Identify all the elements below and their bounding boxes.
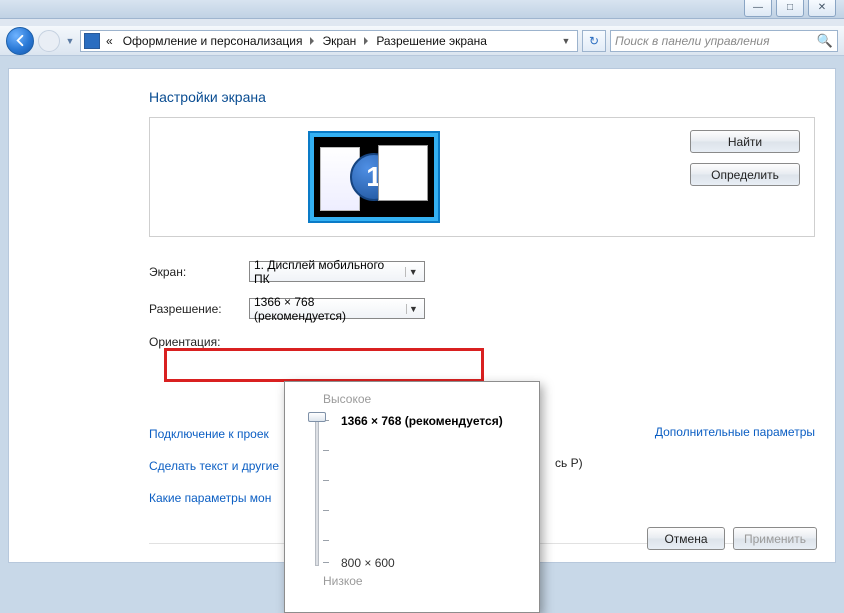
chevron-down-icon: ▼ bbox=[406, 304, 420, 314]
dialog-buttons: Отмена Применить bbox=[647, 527, 817, 550]
display-dropdown[interactable]: 1. Дисплей мобильного ПК ▼ bbox=[249, 261, 425, 282]
search-icon: 🔍 bbox=[817, 33, 833, 49]
arrow-left-icon bbox=[13, 33, 28, 48]
slider-tick bbox=[323, 480, 329, 481]
slider-tick bbox=[323, 540, 329, 541]
projector-hint-suffix: сь P) bbox=[555, 456, 583, 470]
breadcrumb-item[interactable]: Разрешение экрана bbox=[372, 34, 491, 48]
navigation-bar: ▼ « Оформление и персонализация Экран Ра… bbox=[0, 26, 844, 56]
tab-strip bbox=[0, 19, 844, 26]
nav-forward-button[interactable] bbox=[38, 30, 60, 52]
page-title: Настройки экрана bbox=[149, 89, 835, 105]
display-preview-panel: 1 Найти Определить bbox=[149, 117, 815, 237]
resolution-row: Разрешение: 1366 × 768 (рекомендуется) ▼ bbox=[149, 298, 835, 319]
resolution-slider-popup: Высокое 1366 × 768 (рекомендуется) 800 ×… bbox=[284, 381, 540, 613]
apply-button[interactable]: Применить bbox=[733, 527, 817, 550]
resolution-slider[interactable] bbox=[303, 410, 333, 572]
slider-caption-high: Высокое bbox=[323, 392, 525, 406]
resolution-label: Разрешение: bbox=[149, 302, 249, 316]
orientation-label: Ориентация: bbox=[149, 335, 249, 349]
slider-bottom-label: 800 × 600 bbox=[341, 556, 395, 570]
chevron-right-icon bbox=[310, 37, 314, 45]
close-button[interactable]: ✕ bbox=[808, 0, 836, 17]
chevron-down-icon: ▼ bbox=[405, 267, 420, 277]
address-dropdown-icon[interactable]: ▼ bbox=[558, 36, 574, 46]
slider-rail bbox=[315, 416, 319, 566]
highlight-box bbox=[164, 348, 484, 382]
content-pane: Настройки экрана 1 Найти Определить Экра… bbox=[8, 68, 836, 563]
slider-tick bbox=[323, 450, 329, 451]
advanced-settings-link[interactable]: Дополнительные параметры bbox=[655, 425, 815, 439]
breadcrumb-prefix: « bbox=[102, 34, 117, 48]
refresh-button[interactable]: ↻ bbox=[582, 30, 606, 52]
display-value: 1. Дисплей мобильного ПК bbox=[254, 258, 399, 286]
nav-back-button[interactable] bbox=[6, 27, 34, 55]
display-label: Экран: bbox=[149, 265, 249, 279]
display-row: Экран: 1. Дисплей мобильного ПК ▼ bbox=[149, 261, 835, 282]
search-input[interactable]: Поиск в панели управления 🔍 bbox=[610, 30, 838, 52]
maximize-button[interactable]: □ bbox=[776, 0, 804, 17]
search-placeholder: Поиск в панели управления bbox=[615, 34, 817, 48]
detect-button[interactable]: Найти bbox=[690, 130, 800, 153]
slider-top-label: 1366 × 768 (рекомендуется) bbox=[341, 414, 503, 428]
nav-history-dropdown[interactable]: ▼ bbox=[64, 36, 76, 46]
minimize-button[interactable]: — bbox=[744, 0, 772, 17]
window-controls: — □ ✕ bbox=[744, 0, 836, 17]
window-titlebar bbox=[0, 0, 844, 19]
slider-caption-low: Низкое bbox=[323, 574, 525, 588]
identify-button[interactable]: Определить bbox=[690, 163, 800, 186]
orientation-row: Ориентация: bbox=[149, 335, 835, 349]
resolution-dropdown[interactable]: 1366 × 768 (рекомендуется) ▼ bbox=[249, 298, 425, 319]
control-panel-icon bbox=[84, 33, 100, 49]
refresh-icon: ↻ bbox=[589, 34, 599, 48]
breadcrumb-item[interactable]: Экран bbox=[318, 34, 360, 48]
monitor-thumbnail[interactable]: 1 bbox=[310, 133, 438, 221]
cancel-button[interactable]: Отмена bbox=[647, 527, 725, 550]
resolution-value: 1366 × 768 (рекомендуется) bbox=[254, 295, 400, 323]
breadcrumb-item[interactable]: Оформление и персонализация bbox=[119, 34, 307, 48]
monitor-number-badge: 1 bbox=[350, 153, 398, 201]
chevron-right-icon bbox=[364, 37, 368, 45]
slider-thumb[interactable] bbox=[308, 412, 326, 422]
slider-tick bbox=[323, 510, 329, 511]
address-bar[interactable]: « Оформление и персонализация Экран Разр… bbox=[80, 30, 578, 52]
